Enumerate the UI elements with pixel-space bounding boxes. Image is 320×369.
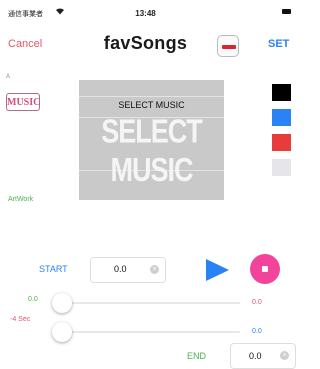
slider1-track[interactable] [62,302,240,304]
color-swatch-black[interactable] [272,84,291,101]
record-icon [262,266,268,272]
battery-icon [282,9,291,14]
delete-button[interactable] [217,35,239,57]
status-time: 13:48 [135,9,156,18]
picker-label: SELECT MUSIC [118,100,185,110]
play-icon [206,259,229,281]
slider1-thumb[interactable] [52,293,72,313]
set-button[interactable]: SET [268,38,289,50]
play-button[interactable] [203,257,231,283]
end-label: END [187,351,207,361]
clear-icon[interactable]: × [280,351,289,360]
picker-placeholder: SELECT MUSIC [101,112,203,189]
artwork-label: ArtWork [8,196,34,203]
start-time-value: 0.0 [114,264,127,274]
slider2-thumb[interactable] [52,322,72,342]
minus-4-sec-label: -4 Sec [10,316,31,323]
slider2-track[interactable] [62,331,240,333]
record-button[interactable] [250,254,280,284]
start-label: START [39,264,68,274]
slider1-min-value: 0.0 [28,296,38,303]
app-title: favSongs [103,33,188,53]
color-swatch-blue[interactable] [272,109,291,126]
color-swatch-red[interactable] [272,134,291,151]
music-button[interactable]: MUSIC [6,93,40,111]
picker-divider [79,96,224,97]
slider2-value: 0.0 [252,328,262,335]
slider1-value: 0.0 [252,299,262,306]
clear-icon[interactable]: × [150,265,159,274]
end-time-value: 0.0 [249,351,262,361]
color-swatch-gray[interactable] [272,159,291,176]
minus-icon [222,45,236,49]
small-label: A [6,74,11,80]
select-music-picker[interactable]: SELECT MUSIC SELECT MUSIC [79,80,224,200]
